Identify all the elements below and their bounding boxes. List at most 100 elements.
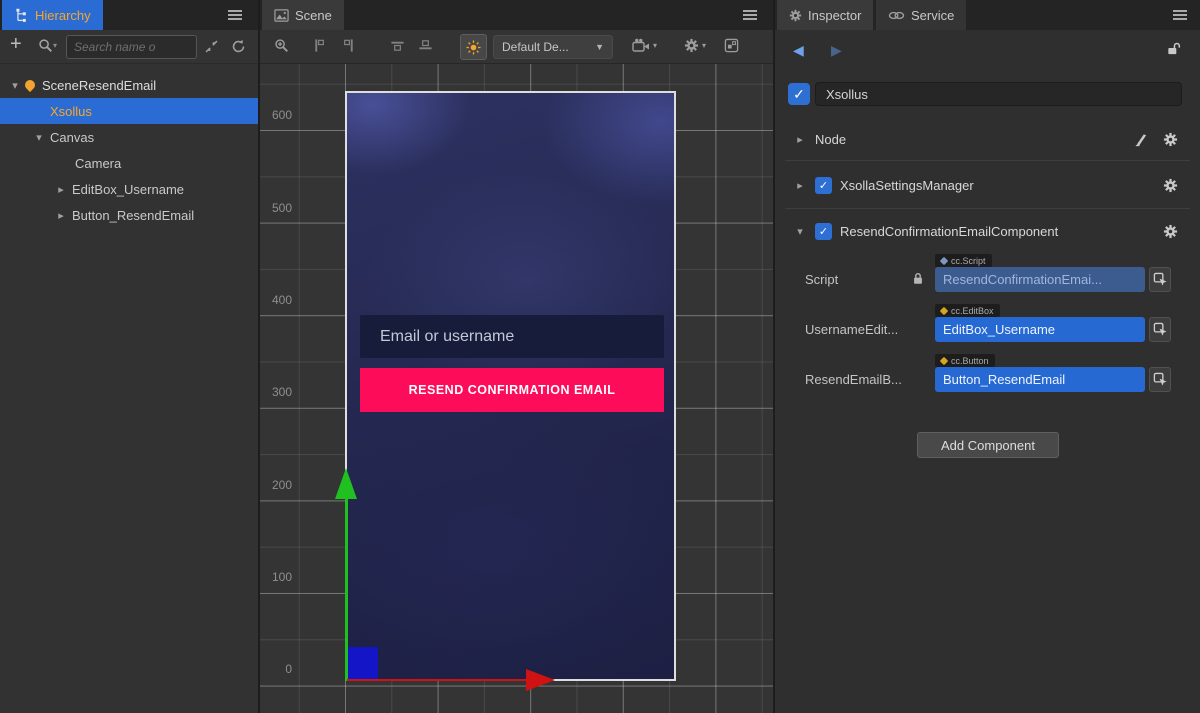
type-badge: cc.Script — [935, 254, 992, 267]
tree-label: Camera — [75, 156, 121, 171]
scene-settings-button[interactable]: ▾ — [684, 38, 706, 53]
component-enabled-checkbox[interactable]: ✓ — [815, 177, 832, 194]
tree-label: SceneResendEmail — [42, 78, 156, 93]
gear-icon[interactable] — [1163, 224, 1178, 239]
distribute-bottom-icon[interactable] — [418, 38, 433, 53]
tree-row-editbox[interactable]: ▸ EditBox_Username — [0, 176, 258, 202]
ruler-label: 500 — [262, 201, 292, 215]
hierarchy-tab-label: Hierarchy — [35, 8, 91, 23]
y-axis-arrowhead[interactable] — [335, 468, 357, 499]
x-axis-arrowhead[interactable] — [526, 669, 555, 691]
property-label-username-editbox: UsernameEdit... — [805, 322, 898, 337]
section-divider — [785, 160, 1190, 161]
type-badge: cc.EditBox — [935, 304, 1000, 317]
unlock-icon[interactable] — [1165, 41, 1182, 56]
inspector-tab-label: Inspector — [808, 8, 861, 23]
tree-label: Xsollus — [50, 104, 92, 119]
link-icon — [888, 8, 905, 23]
scene-image-icon — [274, 8, 289, 23]
component-enabled-checkbox[interactable]: ✓ — [815, 223, 832, 240]
tree-label: EditBox_Username — [72, 182, 184, 197]
tree-row-button[interactable]: ▸ Button_ResendEmail — [0, 202, 258, 228]
scene-tabbar: Scene — [260, 0, 773, 30]
device-dropdown-value: Default De... — [502, 40, 569, 54]
picker-icon[interactable] — [1149, 317, 1171, 342]
scene-asset-icon — [23, 78, 37, 92]
camera-icon — [632, 38, 650, 53]
node-section-header[interactable]: ▸ Node — [775, 125, 1200, 153]
search-icon — [38, 38, 53, 53]
hierarchy-menu-icon[interactable] — [228, 14, 242, 16]
expander-icon[interactable]: ▾ — [793, 225, 807, 238]
ruler-label: 400 — [262, 293, 292, 307]
scene-toolbar: Default De... ▼ ▾ ▾ — [260, 30, 773, 64]
component-header-resend-email[interactable]: ▾ ✓ ResendConfirmationEmailComponent — [775, 217, 1200, 245]
section-divider — [785, 208, 1190, 209]
hierarchy-panel: Hierarchy + ▾ ▾ SceneResendEmail Xsollus — [0, 0, 258, 713]
ruler-label: 100 — [262, 570, 292, 584]
expander-icon[interactable]: ▸ — [793, 133, 807, 146]
add-component-button[interactable]: Add Component — [917, 432, 1059, 458]
gear-icon[interactable] — [1163, 132, 1178, 147]
ruler-label: 0 — [262, 662, 292, 676]
resend-confirmation-email-button[interactable]: RESEND CONFIRMATION EMAIL — [360, 368, 664, 412]
hierarchy-tabbar: Hierarchy — [0, 0, 258, 30]
email-username-field[interactable] — [360, 315, 664, 358]
expander-icon[interactable]: ▸ — [793, 179, 807, 192]
tree-label: Canvas — [50, 130, 94, 145]
editor-window: Hierarchy + ▾ ▾ SceneResendEmail Xsollus — [0, 0, 1200, 713]
node-name-input[interactable] — [815, 82, 1182, 106]
grid-map-icon[interactable] — [724, 38, 739, 53]
property-label-resend-button: ResendEmailB... — [805, 372, 902, 387]
zoom-icon[interactable] — [274, 38, 289, 53]
scene-menu-icon[interactable] — [743, 14, 757, 16]
collapse-all-icon[interactable] — [204, 39, 219, 54]
gear-icon — [789, 8, 802, 23]
script-type-dot-icon — [940, 256, 948, 264]
device-resolution-dropdown[interactable]: Default De... ▼ — [493, 35, 613, 59]
expander-icon[interactable]: ▾ — [8, 79, 22, 92]
search-input[interactable] — [66, 35, 197, 59]
create-node-button[interactable]: + — [10, 33, 22, 56]
anchor-handle[interactable] — [348, 647, 378, 679]
light-toggle-button[interactable] — [460, 34, 487, 60]
refresh-icon[interactable] — [231, 39, 246, 54]
picker-icon[interactable] — [1149, 367, 1171, 392]
expander-icon[interactable]: ▸ — [54, 209, 68, 222]
editbox-type-dot-icon — [940, 306, 948, 314]
search-type-button[interactable]: ▾ — [38, 38, 57, 53]
distribute-top-icon[interactable] — [390, 38, 405, 53]
game-preview-canvas[interactable]: RESEND CONFIRMATION EMAIL — [345, 91, 676, 681]
tab-hierarchy[interactable]: Hierarchy — [2, 0, 103, 30]
inspector-menu-icon[interactable] — [1173, 14, 1187, 16]
inspector-tabbar: Inspector Service — [775, 0, 1200, 30]
prefab-book-icon[interactable] — [1133, 132, 1148, 147]
expander-icon[interactable]: ▸ — [54, 183, 68, 196]
tree-row-scene[interactable]: ▾ SceneResendEmail — [0, 72, 258, 98]
align-horizontal-icon[interactable] — [340, 38, 355, 53]
gear-icon[interactable] — [1163, 178, 1178, 193]
resend-button-reference-field[interactable]: Button_ResendEmail — [935, 367, 1145, 392]
chevron-down-icon: ▼ — [595, 42, 604, 52]
component-header-xsolla-settings[interactable]: ▸ ✓ XsollaSettingsManager — [775, 171, 1200, 199]
gear-icon — [684, 38, 699, 53]
tree-row-canvas[interactable]: ▾ Canvas — [0, 124, 258, 150]
tab-scene[interactable]: Scene — [262, 0, 344, 30]
back-arrow-icon[interactable]: ◀ — [793, 42, 804, 59]
node-active-checkbox[interactable]: ✓ — [788, 83, 810, 105]
script-reference-field[interactable]: ResendConfirmationEmai... — [935, 267, 1145, 292]
tree-row-camera[interactable]: Camera — [0, 150, 258, 176]
picker-icon[interactable] — [1149, 267, 1171, 292]
scene-viewport[interactable]: 600 500 400 300 200 100 0 RESEND CONFIRM… — [260, 64, 773, 713]
camera-preview-button[interactable]: ▾ — [632, 38, 657, 53]
expander-icon[interactable]: ▾ — [32, 131, 46, 144]
scene-panel: Scene Default De... ▼ ▾ ▾ 600 — [260, 0, 773, 713]
forward-arrow-icon[interactable]: ▶ — [831, 42, 842, 59]
ruler-label: 300 — [262, 385, 292, 399]
tree-row-xsollus[interactable]: Xsollus — [0, 98, 258, 124]
tab-service[interactable]: Service — [876, 0, 966, 30]
tab-inspector[interactable]: Inspector — [777, 0, 873, 30]
username-editbox-reference-field[interactable]: EditBox_Username — [935, 317, 1145, 342]
align-vertical-icon[interactable] — [313, 38, 328, 53]
tree-label: Button_ResendEmail — [72, 208, 194, 223]
